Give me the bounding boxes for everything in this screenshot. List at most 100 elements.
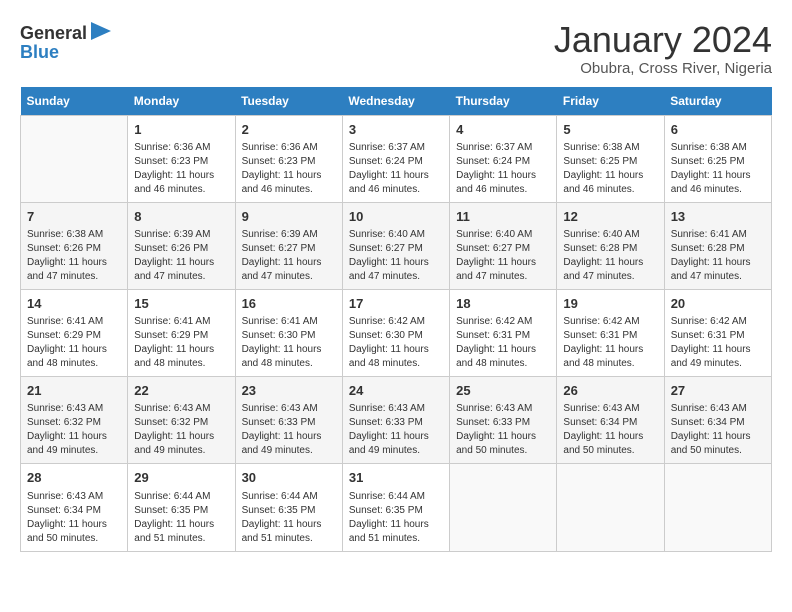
- calendar-cell: 3Sunrise: 6:37 AM Sunset: 6:24 PM Daylig…: [342, 115, 449, 202]
- day-number: 7: [27, 208, 121, 226]
- weekday-header-friday: Friday: [557, 87, 664, 116]
- day-number: 27: [671, 382, 765, 400]
- cell-info: Sunrise: 6:36 AM Sunset: 6:23 PM Dayligh…: [242, 141, 336, 197]
- weekday-header-saturday: Saturday: [664, 87, 771, 116]
- cell-info: Sunrise: 6:40 AM Sunset: 6:28 PM Dayligh…: [563, 228, 657, 284]
- calendar-cell: 23Sunrise: 6:43 AM Sunset: 6:33 PM Dayli…: [235, 377, 342, 464]
- calendar-cell: 31Sunrise: 6:44 AM Sunset: 6:35 PM Dayli…: [342, 464, 449, 551]
- day-number: 12: [563, 208, 657, 226]
- cell-info: Sunrise: 6:43 AM Sunset: 6:33 PM Dayligh…: [456, 402, 550, 458]
- calendar-week-row: 28 Sunrise: 6:43 AM Sunset: 6:34 PM Dayli…: [21, 464, 772, 551]
- cell-info: Sunrise: 6:43 AM Sunset: 6:33 PM Dayligh…: [242, 402, 336, 458]
- day-number: 6: [671, 121, 765, 139]
- cell-info: Sunrise: 6:42 AM Sunset: 6:30 PM Dayligh…: [349, 315, 443, 371]
- weekday-header-thursday: Thursday: [450, 87, 557, 116]
- calendar-cell: 24 Sunrise: 6:43 AM Sunset: 6:33 PM Dayli…: [342, 377, 449, 464]
- calendar-cell: [450, 464, 557, 551]
- day-number: 8: [134, 208, 228, 226]
- weekday-header-wednesday: Wednesday: [342, 87, 449, 116]
- day-number: 19: [563, 295, 657, 313]
- cell-info: Sunrise: 6:43 AM Sunset: 6:32 PM Dayligh…: [134, 402, 228, 458]
- day-number: 14: [27, 295, 121, 313]
- calendar-cell: 1 Sunrise: 6:36 AM Sunset: 6:23 PM Daylig…: [128, 115, 235, 202]
- calendar-cell: 17 Sunrise: 6:42 AM Sunset: 6:30 PM Dayli…: [342, 289, 449, 376]
- day-number: 9: [242, 208, 336, 226]
- logo-text-blue: Blue: [20, 43, 59, 63]
- calendar-cell: 14 Sunrise: 6:41 AM Sunset: 6:29 PM Dayli…: [21, 289, 128, 376]
- calendar-week-row: 21 Sunrise: 6:43 AM Sunset: 6:32 PM Dayli…: [21, 377, 772, 464]
- day-number: 21: [27, 382, 121, 400]
- month-title: January 2024: [554, 20, 772, 60]
- day-number: 10: [349, 208, 443, 226]
- day-number: 26: [563, 382, 657, 400]
- calendar-cell: 29 Sunrise: 6:44 AM Sunset: 6:35 PM Dayli…: [128, 464, 235, 551]
- calendar-cell: 20Sunrise: 6:42 AM Sunset: 6:31 PM Dayli…: [664, 289, 771, 376]
- day-number: 16: [242, 295, 336, 313]
- day-number: 30: [242, 469, 336, 487]
- day-number: 25: [456, 382, 550, 400]
- cell-info: Sunrise: 6:43 AM Sunset: 6:33 PM Dayligh…: [349, 402, 443, 458]
- calendar-week-row: 1 Sunrise: 6:36 AM Sunset: 6:23 PM Daylig…: [21, 115, 772, 202]
- day-number: 20: [671, 295, 765, 313]
- calendar-cell: 16 Sunrise: 6:41 AM Sunset: 6:30 PM Dayli…: [235, 289, 342, 376]
- calendar-cell: [664, 464, 771, 551]
- day-number: 3: [349, 121, 443, 139]
- day-number: 11: [456, 208, 550, 226]
- weekday-header-sunday: Sunday: [21, 87, 128, 116]
- day-number: 18: [456, 295, 550, 313]
- cell-info: Sunrise: 6:40 AM Sunset: 6:27 PM Dayligh…: [456, 228, 550, 284]
- cell-info: Sunrise: 6:41 AM Sunset: 6:29 PM Dayligh…: [27, 315, 121, 371]
- calendar-cell: 18 Sunrise: 6:42 AM Sunset: 6:31 PM Dayli…: [450, 289, 557, 376]
- day-number: 15: [134, 295, 228, 313]
- cell-info: Sunrise: 6:42 AM Sunset: 6:31 PM Dayligh…: [563, 315, 657, 371]
- calendar-cell: 13Sunrise: 6:41 AM Sunset: 6:28 PM Dayli…: [664, 202, 771, 289]
- calendar-cell: 28 Sunrise: 6:43 AM Sunset: 6:34 PM Dayli…: [21, 464, 128, 551]
- calendar-cell: 25 Sunrise: 6:43 AM Sunset: 6:33 PM Dayli…: [450, 377, 557, 464]
- day-number: 5: [563, 121, 657, 139]
- calendar-cell: 10 Sunrise: 6:40 AM Sunset: 6:27 PM Dayli…: [342, 202, 449, 289]
- day-number: 28: [27, 469, 121, 487]
- calendar-cell: 26 Sunrise: 6:43 AM Sunset: 6:34 PM Dayli…: [557, 377, 664, 464]
- location: Obubra, Cross River, Nigeria: [554, 60, 772, 77]
- cell-info: Sunrise: 6:43 AM Sunset: 6:34 PM Dayligh…: [27, 490, 121, 546]
- calendar-cell: 12 Sunrise: 6:40 AM Sunset: 6:28 PM Dayli…: [557, 202, 664, 289]
- calendar-cell: 5Sunrise: 6:38 AM Sunset: 6:25 PM Daylig…: [557, 115, 664, 202]
- cell-info: Sunrise: 6:39 AM Sunset: 6:27 PM Dayligh…: [242, 228, 336, 284]
- calendar-cell: 22 Sunrise: 6:43 AM Sunset: 6:32 PM Dayli…: [128, 377, 235, 464]
- day-number: 4: [456, 121, 550, 139]
- calendar-cell: [21, 115, 128, 202]
- calendar-week-row: 14 Sunrise: 6:41 AM Sunset: 6:29 PM Dayli…: [21, 289, 772, 376]
- calendar-cell: 7Sunrise: 6:38 AM Sunset: 6:26 PM Daylig…: [21, 202, 128, 289]
- day-number: 24: [349, 382, 443, 400]
- day-number: 1: [134, 121, 228, 139]
- cell-info: Sunrise: 6:44 AM Sunset: 6:35 PM Dayligh…: [134, 490, 228, 546]
- calendar-table: SundayMondayTuesdayWednesdayThursdayFrid…: [20, 87, 772, 552]
- cell-info: Sunrise: 6:43 AM Sunset: 6:32 PM Dayligh…: [27, 402, 121, 458]
- calendar-cell: 27 Sunrise: 6:43 AM Sunset: 6:34 PM Dayli…: [664, 377, 771, 464]
- cell-info: Sunrise: 6:40 AM Sunset: 6:27 PM Dayligh…: [349, 228, 443, 284]
- calendar-cell: 30 Sunrise: 6:44 AM Sunset: 6:35 PM Dayli…: [235, 464, 342, 551]
- logo-text-general: General: [20, 24, 87, 44]
- calendar-cell: 19 Sunrise: 6:42 AM Sunset: 6:31 PM Dayli…: [557, 289, 664, 376]
- cell-info: Sunrise: 6:41 AM Sunset: 6:30 PM Dayligh…: [242, 315, 336, 371]
- calendar-cell: 15 Sunrise: 6:41 AM Sunset: 6:29 PM Dayli…: [128, 289, 235, 376]
- cell-info: Sunrise: 6:43 AM Sunset: 6:34 PM Dayligh…: [563, 402, 657, 458]
- day-number: 29: [134, 469, 228, 487]
- day-number: 2: [242, 121, 336, 139]
- day-number: 22: [134, 382, 228, 400]
- day-number: 31: [349, 469, 443, 487]
- cell-info: Sunrise: 6:41 AM Sunset: 6:28 PM Dayligh…: [671, 228, 765, 284]
- weekday-header-tuesday: Tuesday: [235, 87, 342, 116]
- calendar-cell: 6 Sunrise: 6:38 AM Sunset: 6:25 PM Daylig…: [664, 115, 771, 202]
- day-number: 17: [349, 295, 443, 313]
- cell-info: Sunrise: 6:38 AM Sunset: 6:25 PM Dayligh…: [671, 141, 765, 197]
- calendar-cell: 4 Sunrise: 6:37 AM Sunset: 6:24 PM Daylig…: [450, 115, 557, 202]
- cell-info: Sunrise: 6:42 AM Sunset: 6:31 PM Dayligh…: [456, 315, 550, 371]
- cell-info: Sunrise: 6:37 AM Sunset: 6:24 PM Dayligh…: [456, 141, 550, 197]
- cell-info: Sunrise: 6:36 AM Sunset: 6:23 PM Dayligh…: [134, 141, 228, 197]
- cell-info: Sunrise: 6:44 AM Sunset: 6:35 PM Dayligh…: [242, 490, 336, 546]
- calendar-cell: 11 Sunrise: 6:40 AM Sunset: 6:27 PM Dayli…: [450, 202, 557, 289]
- cell-info: Sunrise: 6:41 AM Sunset: 6:29 PM Dayligh…: [134, 315, 228, 371]
- logo-arrow-icon: [91, 20, 113, 42]
- cell-info: Sunrise: 6:43 AM Sunset: 6:34 PM Dayligh…: [671, 402, 765, 458]
